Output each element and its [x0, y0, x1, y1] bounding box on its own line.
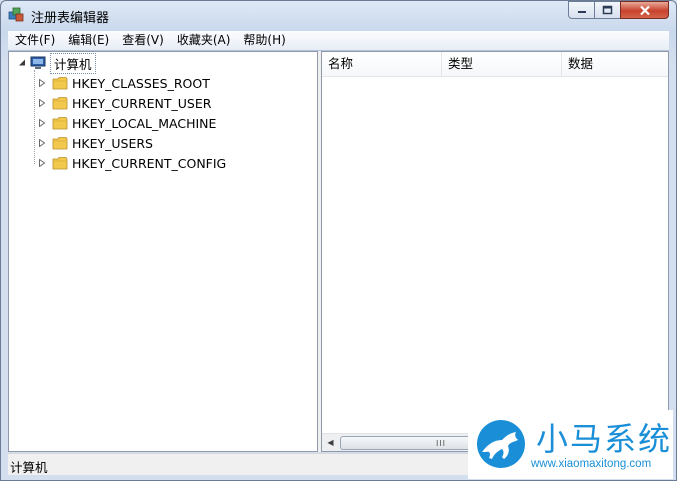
window-title: 注册表编辑器: [31, 11, 110, 26]
tree-node-computer[interactable]: 计算机: [18, 52, 96, 74]
scroll-left-icon[interactable]: ◀: [322, 434, 339, 451]
column-header-row: 名称 类型 数据: [322, 52, 668, 77]
menu-edit[interactable]: 编辑(E): [61, 31, 115, 50]
tree-node-hkey-current-config[interactable]: HKEY_CURRENT_CONFIG: [38, 154, 226, 172]
folder-icon: [52, 77, 68, 90]
watermark-title: 小马系统: [536, 420, 673, 458]
client-area: 计算机 HKEY_CLASSES_ROOT HKEY_CURRENT_USER …: [8, 51, 669, 452]
triangle-right-icon[interactable]: [38, 119, 46, 127]
horse-logo-icon: [477, 420, 525, 468]
scroll-grip: III: [435, 438, 447, 448]
folder-icon: [52, 97, 68, 110]
maximize-icon: [602, 5, 613, 15]
tree-key-label: HKEY_CURRENT_CONFIG: [72, 155, 227, 171]
maximize-button[interactable]: [594, 1, 621, 19]
column-header-type[interactable]: 类型: [442, 52, 562, 76]
site-watermark: 小马系统 www.xiaomaxitong.com: [468, 410, 673, 479]
values-list-pane[interactable]: 名称 类型 数据 ◀ III: [321, 51, 669, 452]
triangle-right-icon[interactable]: [38, 159, 46, 167]
tree-connector: [34, 70, 35, 164]
watermark-url: www.xiaomaxitong.com: [531, 458, 652, 470]
minimize-icon: [577, 11, 586, 13]
folder-icon: [52, 157, 68, 170]
folder-icon: [52, 117, 68, 130]
key-tree-pane[interactable]: 计算机 HKEY_CLASSES_ROOT HKEY_CURRENT_USER …: [8, 51, 318, 452]
close-icon: [639, 5, 650, 15]
registry-editor-window: 注册表编辑器 文件(F) 编辑(E) 查看(V) 收藏夹(A) 帮助(H) 计算…: [0, 0, 677, 481]
menu-bar: 文件(F) 编辑(E) 查看(V) 收藏夹(A) 帮助(H): [8, 31, 669, 51]
tree-key-label: HKEY_USERS: [72, 135, 153, 151]
triangle-right-icon[interactable]: [38, 139, 46, 147]
column-header-data[interactable]: 数据: [562, 52, 668, 76]
tree-key-label: HKEY_LOCAL_MACHINE: [72, 115, 217, 131]
tree-key-label: HKEY_CLASSES_ROOT: [72, 75, 210, 91]
close-button[interactable]: [620, 1, 669, 19]
menu-file[interactable]: 文件(F): [8, 31, 61, 50]
minimize-button[interactable]: [568, 1, 595, 19]
tree-node-hkey-current-user[interactable]: HKEY_CURRENT_USER: [38, 94, 211, 112]
menu-favorites[interactable]: 收藏夹(A): [170, 31, 237, 50]
computer-icon: [30, 56, 46, 69]
folder-icon: [52, 137, 68, 150]
triangle-down-icon[interactable]: [18, 59, 26, 67]
column-header-name[interactable]: 名称: [322, 52, 442, 76]
triangle-right-icon[interactable]: [38, 79, 46, 87]
registry-editor-icon: [8, 7, 24, 22]
tree-root-label: 计算机: [50, 52, 96, 74]
triangle-right-icon[interactable]: [38, 99, 46, 107]
tree-node-hkey-classes-root[interactable]: HKEY_CLASSES_ROOT: [38, 74, 210, 92]
title-bar[interactable]: 注册表编辑器: [1, 1, 676, 29]
tree-node-hkey-local-machine[interactable]: HKEY_LOCAL_MACHINE: [38, 114, 216, 132]
status-path: 计算机: [10, 460, 48, 475]
tree-node-hkey-users[interactable]: HKEY_USERS: [38, 134, 153, 152]
tree-key-label: HKEY_CURRENT_USER: [72, 95, 212, 111]
menu-view[interactable]: 查看(V): [115, 31, 170, 50]
menu-help[interactable]: 帮助(H): [236, 31, 291, 50]
